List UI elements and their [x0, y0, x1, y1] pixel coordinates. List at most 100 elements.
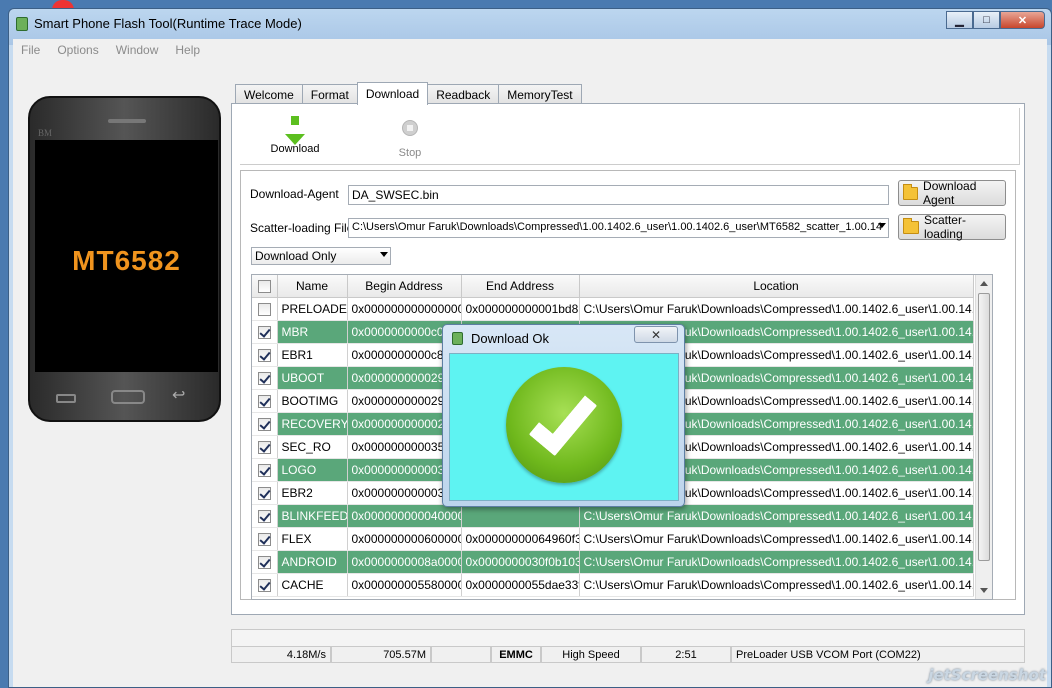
- partition-name: ANDROID: [277, 550, 348, 574]
- scatter-loading-button-label: Scatter-loading: [923, 213, 966, 241]
- table-row[interactable]: CACHE 0x0000000055800000 0x0000000055dae33…: [252, 573, 974, 597]
- file-location: C:\Users\Omur Faruk\Downloads\Compressed…: [579, 527, 974, 551]
- maximize-button[interactable]: □: [973, 11, 1000, 29]
- menu-file[interactable]: File: [21, 43, 40, 57]
- status-bar: 4.18M/s 705.57M EMMC High Speed 2:51 Pre…: [231, 647, 1025, 663]
- stop-button[interactable]: Stop: [390, 116, 430, 159]
- end-address: 0x00000000064960f3: [461, 527, 580, 551]
- tab-bar: Welcome Format Download Readback MemoryT…: [235, 82, 582, 105]
- row-checkbox-cell: [252, 343, 278, 367]
- row-checkbox[interactable]: [257, 578, 271, 592]
- row-checkbox-cell: [252, 366, 278, 390]
- partition-name: PRELOADER: [277, 297, 348, 321]
- back-key-icon: ↩: [172, 387, 186, 404]
- success-check-icon: [506, 367, 622, 483]
- select-all-checkbox[interactable]: [257, 279, 271, 293]
- row-checkbox-cell: [252, 550, 278, 574]
- download-arrow-icon: [270, 116, 320, 145]
- row-checkbox[interactable]: [257, 486, 271, 500]
- tab-readback[interactable]: Readback: [427, 84, 500, 104]
- scatter-file-combo[interactable]: C:\Users\Omur Faruk\Downloads\Compressed…: [348, 218, 889, 238]
- begin-address: 0x0000000055800000: [347, 573, 462, 597]
- begin-address: 0x0000000000400000: [347, 504, 462, 528]
- table-row[interactable]: PRELOADER0x00000000000000000x00000000000…: [252, 297, 974, 321]
- menu-options[interactable]: Options: [57, 43, 98, 57]
- download-button[interactable]: Download: [270, 116, 320, 155]
- row-checkbox[interactable]: [257, 463, 271, 477]
- row-checkbox[interactable]: [257, 325, 271, 339]
- close-button[interactable]: ✕: [1000, 11, 1045, 29]
- download-agent-label: Download-Agent: [250, 187, 339, 201]
- partition-name: RECOVERY: [277, 412, 348, 436]
- row-checkbox[interactable]: [257, 555, 271, 569]
- partition-name: SEC_RO: [277, 435, 348, 459]
- scatter-loading-button[interactable]: Scatter-loading: [898, 213, 1006, 241]
- status-storage: EMMC: [491, 647, 541, 663]
- minimize-button[interactable]: ▁: [946, 11, 973, 29]
- watermark: jetScreenshot: [928, 666, 1046, 684]
- row-checkbox[interactable]: [257, 440, 271, 454]
- column-header-begin[interactable]: Begin Address: [347, 275, 462, 298]
- column-header-location[interactable]: Location: [579, 275, 974, 298]
- row-checkbox[interactable]: [257, 417, 271, 431]
- progress-bar: [231, 629, 1025, 647]
- row-checkbox-cell: [252, 412, 278, 436]
- table-row[interactable]: FLEX 0x0000000006000000 0x00000000064960f3…: [252, 527, 974, 551]
- menu-window[interactable]: Window: [116, 43, 159, 57]
- scatter-file-label: Scatter-loading File: [250, 221, 354, 235]
- row-checkbox-cell: [252, 527, 278, 551]
- column-header-name[interactable]: Name: [277, 275, 348, 298]
- end-address: 0x000000000001bd8b: [461, 297, 580, 321]
- status-port: PreLoader USB VCOM Port (COM22): [731, 647, 1025, 663]
- row-checkbox[interactable]: [257, 302, 271, 316]
- tab-download[interactable]: Download: [356, 82, 429, 105]
- scroll-up-icon[interactable]: [980, 281, 988, 286]
- scroll-thumb[interactable]: [978, 293, 990, 561]
- select-all-header[interactable]: [252, 275, 278, 298]
- row-checkbox-cell: [252, 320, 278, 344]
- scatter-file-value: C:\Users\Omur Faruk\Downloads\Compressed…: [352, 221, 883, 233]
- dialog-close-button[interactable]: ✕: [634, 326, 678, 343]
- phone-image: BM MT6582 ↩: [28, 96, 221, 422]
- status-time: 2:51: [641, 647, 731, 663]
- partition-name: EBR2: [277, 481, 348, 505]
- scroll-down-icon[interactable]: [980, 588, 988, 593]
- app-icon: [452, 332, 463, 345]
- end-address: 0x0000000055dae33f: [461, 573, 580, 597]
- row-checkbox-cell: [252, 504, 278, 528]
- download-agent-button[interactable]: Download Agent: [898, 179, 1006, 207]
- row-checkbox[interactable]: [257, 348, 271, 362]
- column-header-end[interactable]: End Address: [461, 275, 580, 298]
- phone-screen: MT6582: [35, 140, 218, 372]
- row-checkbox[interactable]: [257, 509, 271, 523]
- table-row[interactable]: BLINKFEED 0x0000000000400000 C:\Users\Omur…: [252, 504, 974, 528]
- chip-model-label: MT6582: [72, 245, 181, 276]
- file-location: C:\Users\Omur Faruk\Downloads\Compressed…: [579, 550, 974, 574]
- tab-memorytest[interactable]: MemoryTest: [498, 84, 582, 104]
- phone-brand: BM: [38, 128, 53, 138]
- row-checkbox-cell: [252, 481, 278, 505]
- app-icon: [16, 17, 28, 31]
- partition-name: MBR: [277, 320, 348, 344]
- end-address: [461, 504, 580, 528]
- status-speed: 4.18M/s: [231, 647, 331, 663]
- row-checkbox[interactable]: [257, 371, 271, 385]
- folder-icon: [903, 217, 919, 234]
- end-address: 0x0000000030f0b103: [461, 550, 580, 574]
- row-checkbox[interactable]: [257, 532, 271, 546]
- row-checkbox[interactable]: [257, 394, 271, 408]
- mode-select[interactable]: Download Only: [251, 247, 391, 265]
- partition-name: UBOOT: [277, 366, 348, 390]
- table-row[interactable]: ANDROID 0x0000000008a00000 0x0000000030f0b…: [252, 550, 974, 574]
- title-bar[interactable]: Smart Phone Flash Tool(Runtime Trace Mod…: [9, 9, 1051, 39]
- tab-welcome[interactable]: Welcome: [235, 84, 303, 104]
- dialog-body: [449, 353, 679, 501]
- file-location: C:\Users\Omur Faruk\Downloads\Compressed…: [579, 297, 974, 321]
- download-agent-field[interactable]: DA_SWSEC.bin: [348, 185, 889, 205]
- home-key-icon: [111, 390, 145, 404]
- tab-format[interactable]: Format: [301, 84, 358, 104]
- menu-key-icon: [56, 394, 76, 403]
- status-blank: [431, 647, 491, 663]
- menu-help[interactable]: Help: [175, 43, 200, 57]
- table-scrollbar[interactable]: [975, 275, 992, 599]
